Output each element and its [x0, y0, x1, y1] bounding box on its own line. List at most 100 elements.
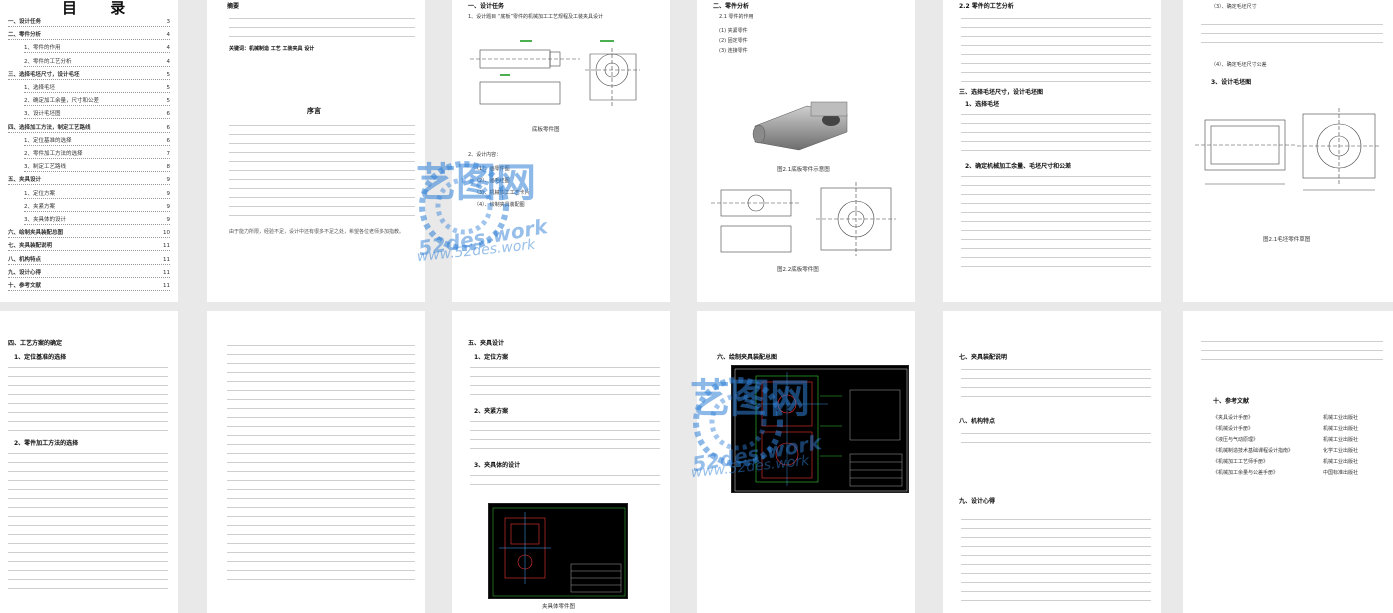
- doc-page-12-references[interactable]: 十、参考文献 《夹具设计手册》 机械工业出版社 《机械设计手册》 机械工业出版社 《液压…: [1183, 311, 1393, 613]
- toc-entry-label: 1、定位基准的选择: [24, 137, 72, 144]
- blank-sketch-figure: [1195, 108, 1381, 191]
- toc-entry-page: 7: [166, 151, 171, 157]
- requirement-item: （4）、绘制夹具装配图: [474, 202, 525, 208]
- doc-page-10-assembly[interactable]: 六、绘制夹具装配总图: [697, 311, 915, 613]
- task-heading: 一、设计任务: [468, 3, 505, 10]
- toc-entry-page: 11: [163, 283, 170, 289]
- toc-entry-label: 2、零件加工方法的选择: [24, 151, 83, 157]
- blank-sub-1: 1、选择毛坯: [965, 101, 1000, 108]
- doc-page-8-operations[interactable]: [207, 311, 425, 613]
- part-2d-drawing-figure: [711, 182, 896, 256]
- reference-publisher: 机械工业出版社: [1323, 437, 1359, 443]
- toc-entry[interactable]: 2、零件的工艺分析 4: [24, 58, 170, 67]
- reference-publisher: 机械工业出版社: [1323, 459, 1359, 465]
- toc-entry-page: 9: [166, 217, 171, 223]
- fixture-heading: 五、夹具设计: [468, 340, 505, 347]
- toc-entry[interactable]: 2、零件加工方法的选择 7: [24, 150, 170, 159]
- toc-entry[interactable]: 3、设计毛坯图 6: [24, 110, 171, 120]
- toc-entry-page: 11: [163, 243, 170, 250]
- toc-entry[interactable]: 1、选择毛坯 5: [24, 84, 170, 93]
- toc-entry-label: 九、设计心得: [8, 269, 42, 276]
- toc-entry-page: 3: [166, 19, 171, 25]
- toc-entry[interactable]: 十、参考文献 11: [8, 282, 170, 291]
- toc-entry[interactable]: 四、选择加工方法，制定工艺路线 6: [8, 124, 170, 133]
- reflection-heading: 九、设计心得: [959, 498, 996, 505]
- requirement-item: （3）、机械加工工艺卡片: [474, 190, 530, 196]
- toc-entry[interactable]: 八、机构特点 11: [8, 256, 170, 265]
- blank-sub-2: 2、确定机械加工余量、毛坯尺寸和公差: [965, 163, 1072, 170]
- toc-entry-label: 2、确定加工余量，尺寸和公差: [24, 98, 100, 105]
- toc-entry[interactable]: 2、确定加工余量，尺寸和公差 5: [24, 97, 170, 107]
- part-function-item: (3) 连接零件: [719, 48, 748, 54]
- toc-entry-label: 八、机构特点: [8, 256, 42, 263]
- doc-page-4-analysis[interactable]: 二、零件分析 2.1 零件的作用 (1) 夹紧零件 (2) 固定零件 (3) 连接零…: [697, 0, 915, 302]
- fixture-body-cad-drawing: [488, 503, 628, 599]
- blank-size-item: （4）、确定毛坯尺寸公差: [1211, 62, 1267, 68]
- assembly-cad-drawing: [731, 365, 909, 493]
- toc-entry-page: 8: [166, 164, 171, 171]
- preface-end-text: 由于能力所限，经验不足，设计中还有很多不足之处，希望各位老师多加指教。: [229, 229, 405, 235]
- doc-page-5-process[interactable]: 2.2 零件的工艺分析 三、选择毛坯尺寸，设计毛坯图 1、选择毛坯 2、确定机械…: [943, 0, 1161, 302]
- blank-text-lines-1: [961, 114, 1151, 159]
- toc-entry[interactable]: 六、绘制夹具装配总图 10: [8, 229, 170, 239]
- toc-entry-label: 十、参考文献: [8, 283, 42, 289]
- toc-entry-label: 3、制定工艺路线: [24, 164, 66, 171]
- blank-size-text: [1201, 24, 1383, 51]
- toc-entry[interactable]: 一、设计任务 3: [8, 18, 170, 27]
- toc-entry[interactable]: 3、制定工艺路线 8: [24, 163, 171, 173]
- closing-text-lines: [1201, 341, 1383, 368]
- plan-heading: 四、工艺方案的确定: [8, 340, 63, 347]
- reference-title: 《机械加工工艺师手册》: [1213, 459, 1269, 465]
- toc-entry-page: 6: [166, 111, 171, 118]
- process-text-lines: [961, 18, 1151, 90]
- toc-entry-label: 七、夹具装配说明: [8, 243, 53, 250]
- toc-entry-label: 四、选择加工方法，制定工艺路线: [8, 124, 91, 131]
- reference-publisher: 化学工业出版社: [1323, 448, 1359, 454]
- toc-entry[interactable]: 三、选择毛坯尺寸，设计毛坯 5: [8, 71, 170, 80]
- doc-page-11-notes[interactable]: 七、夹具装配说明 八、机构特点 九、设计心得: [943, 311, 1161, 613]
- reference-title: 《夹具设计手册》: [1213, 415, 1254, 421]
- toc-entry-page: 5: [166, 85, 171, 91]
- analysis-heading: 二、零件分析: [713, 3, 750, 10]
- reference-title: 《机械加工余量与公差手册》: [1213, 470, 1279, 476]
- doc-page-9-fixture[interactable]: 五、夹具设计 1、定位方案 2、夹紧方案 3、夹具体的设计 夹具体零件图: [452, 311, 670, 613]
- doc-page-2-abstract[interactable]: 摘要 关键词：机械制造 工艺 工装夹具 设计 序言 由于能力所限，经验不足，设计…: [207, 0, 425, 302]
- toc-entry-page: 4: [166, 32, 171, 39]
- reference-title: 《机械制造技术基础课程设计指南》: [1213, 448, 1294, 454]
- fig-2-2-caption: 图2.2底板零件图: [777, 267, 819, 273]
- plan-text-lines-1: [8, 367, 168, 439]
- toc-entry-label: 三、选择毛坯尺寸，设计毛坯: [8, 71, 80, 78]
- part-function-item: (1) 夹紧零件: [719, 28, 748, 34]
- doc-page-1-toc[interactable]: 目 录 一、设计任务 3 二、零件分析 4 1、零件的作用 4 2、零件的工艺分析 4 三、选择…: [0, 0, 178, 302]
- keywords-line: 关键词：机械制造 工艺 工装夹具 设计: [229, 46, 315, 52]
- toc-entry[interactable]: 五、夹具设计 9: [8, 176, 170, 186]
- toc-entry-label: 1、定位方案: [24, 190, 55, 197]
- toc-entry[interactable]: 七、夹具装配说明 11: [8, 242, 170, 252]
- toc-entry[interactable]: 1、定位基准的选择 6: [24, 137, 170, 146]
- toc-entry-label: 1、零件的作用: [24, 45, 61, 52]
- toc-entry[interactable]: 九、设计心得 11: [8, 269, 170, 278]
- abstract-text-lines: [229, 18, 415, 45]
- toc-entry[interactable]: 1、定位方案 9: [24, 190, 170, 199]
- features-heading: 八、机构特点: [959, 418, 996, 425]
- doc-page-7-process-plan[interactable]: 四、工艺方案的确定 1、定位基准的选择 2、零件加工方法的选择: [0, 311, 178, 613]
- toc-entry[interactable]: 二、零件分析 4: [8, 31, 171, 41]
- doc-page-3-task[interactable]: 一、设计任务 1、设计题目 “底板”零件的机械加工工艺规程及工装夹具设计 底板零…: [452, 0, 670, 302]
- task-title-line: 1、设计题目 “底板”零件的机械加工工艺规程及工装夹具设计: [468, 14, 603, 20]
- fixture-text-lines-3: [470, 475, 660, 493]
- reference-title: 《机械设计手册》: [1213, 426, 1254, 432]
- blank-sketch-caption: 图2.1毛坯零件草图: [1263, 237, 1311, 243]
- abstract-label: 摘要: [227, 3, 240, 10]
- fixture-text-lines-1: [470, 367, 660, 403]
- references-heading: 十、参考文献: [1213, 398, 1250, 405]
- fixture-text-lines-2: [470, 421, 660, 457]
- features-lines: [961, 433, 1151, 451]
- toc-entry[interactable]: 3、夹具体的设计 9: [24, 216, 170, 225]
- doc-page-6-blank[interactable]: （3）、确定毛坯尺寸 （4）、确定毛坯尺寸公差 3、设计毛坯图 图2.1毛坯零件草图: [1183, 0, 1393, 302]
- toc-entry-page: 11: [163, 269, 170, 276]
- part-function-item: (2) 固定零件: [719, 38, 748, 44]
- toc-entry-label: 六、绘制夹具装配总图: [8, 230, 64, 237]
- toc-entry[interactable]: 1、零件的作用 4: [24, 44, 170, 54]
- toc-entry-label: 3、夹具体的设计: [24, 217, 66, 223]
- toc-entry[interactable]: 2、夹紧方案 9: [24, 203, 170, 212]
